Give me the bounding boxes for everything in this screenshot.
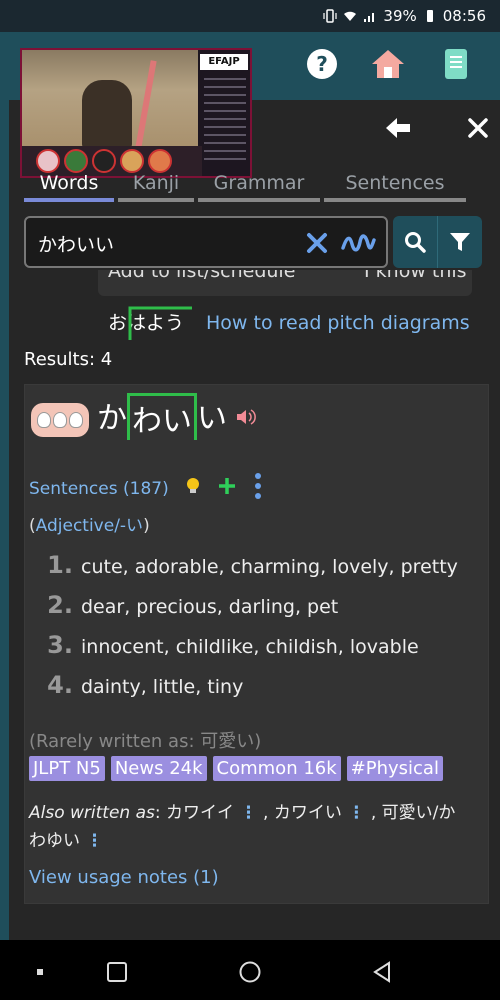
help-icon[interactable]: ? [302, 44, 342, 84]
svg-text:?: ? [316, 52, 328, 76]
pos-open-paren: ( [29, 516, 36, 536]
video-chat: EFAJP [198, 50, 250, 176]
pitch-example-kana: おはよう [108, 312, 184, 334]
tab-kanji[interactable]: Kanji [118, 172, 194, 202]
more-vertical-icon[interactable] [253, 471, 263, 506]
book-icon[interactable] [436, 44, 476, 84]
definition-text: innocent, childlike, childish, lovable [81, 636, 419, 658]
pos-close-paren: ) [143, 516, 150, 536]
add-icon[interactable] [217, 476, 237, 501]
definition-item: 3. innocent, childlike, childish, lovable [45, 631, 458, 671]
add-to-list-label[interactable]: Add to list/schedule [108, 270, 295, 282]
tab-sentences[interactable]: Sentences [324, 172, 466, 202]
tag-news[interactable]: News 24k [110, 756, 207, 781]
tag-common[interactable]: Common 16k [212, 756, 341, 781]
battery-percent: 39% [383, 7, 417, 25]
wifi-icon [344, 11, 357, 21]
vibrate-icon [323, 9, 338, 23]
system-nav-bar [0, 940, 500, 1000]
also-written-as: Also written as: カワイイ ⋮, カワイい ⋮, 可愛い/かわゆい ⋮ [29, 803, 456, 851]
part-of-speech: (Adjective/-い) [29, 511, 150, 536]
sentences-link[interactable]: Sentences (187) [29, 479, 169, 499]
definition-text: cute, adorable, charming, lovely, pretty [81, 556, 458, 578]
recents-dot-icon[interactable] [28, 960, 52, 984]
signal-icon [364, 13, 375, 22]
definition-text: dainty, little, tiny [81, 676, 244, 698]
video-character [82, 80, 132, 150]
alt-form: カワイイ [166, 803, 235, 823]
left-accent-strip [0, 100, 9, 940]
definition-item: 2. dear, precious, darling, pet [45, 591, 458, 631]
tab-words[interactable]: Words [24, 172, 114, 202]
word-char-high-pitch: わい [127, 393, 197, 440]
battery-icon [426, 10, 433, 22]
lightbulb-icon[interactable] [185, 476, 201, 501]
back-arrow-icon[interactable] [382, 112, 414, 144]
home-button-icon[interactable] [238, 960, 262, 984]
clear-icon[interactable] [304, 230, 330, 256]
definitions-list: 1. cute, adorable, charming, lovely, pret… [45, 551, 458, 711]
search-tabs: Words Kanji Grammar Sentences [24, 172, 466, 202]
list-actions-row: Add to list/schedule I know this [98, 270, 472, 296]
definition-number: 1. [47, 551, 73, 579]
tag-jlpt[interactable]: JLPT N5 [29, 756, 105, 781]
home-icon[interactable] [368, 44, 408, 84]
word-char: い [197, 401, 227, 436]
tab-grammar[interactable]: Grammar [198, 172, 320, 202]
overview-icon[interactable] [105, 960, 129, 984]
picture-in-picture-video[interactable]: EFAJP [20, 48, 252, 178]
handwriting-icon[interactable] [340, 230, 376, 256]
also-written-label: Also written as [29, 803, 155, 823]
pos-link[interactable]: Adjective/-い [36, 516, 143, 536]
word-entry-card: か わい い Sentences (187) (Adjective/-い) 1.… [24, 384, 489, 904]
definition-number: 4. [47, 671, 73, 699]
results-count: Results: 4 [24, 349, 113, 370]
word-char: か [97, 401, 127, 436]
usage-notes-link[interactable]: View usage notes (1) [29, 867, 219, 888]
definition-item: 1. cute, adorable, charming, lovely, pret… [45, 551, 458, 591]
more-vertical-icon[interactable]: ⋮ [240, 803, 257, 823]
more-vertical-icon[interactable]: ⋮ [86, 831, 103, 851]
search-input[interactable] [38, 230, 288, 256]
sentences-row: Sentences (187) [29, 471, 263, 506]
search-icon[interactable] [393, 216, 437, 268]
filter-icon[interactable] [437, 216, 482, 268]
rarely-written-as: (Rarely written as: 可愛い) [29, 731, 262, 752]
pitch-example: おはよう [108, 306, 192, 340]
tag-physical[interactable]: #Physical [346, 756, 443, 781]
definition-number: 2. [47, 591, 73, 619]
pitch-diagram-link[interactable]: How to read pitch diagrams [206, 312, 470, 334]
definition-number: 3. [47, 631, 73, 659]
alt-form: カワイい [273, 803, 342, 823]
search-actions [393, 216, 482, 268]
tag-list: JLPT N5 News 24k Common 16k #Physical [29, 756, 443, 781]
definition-item: 4. dainty, little, tiny [45, 671, 458, 711]
search-box [24, 216, 388, 268]
stream-logo: EFAJP [200, 54, 248, 70]
pitch-help-row: おはよう How to read pitch diagrams [108, 306, 470, 340]
back-nav-icon[interactable] [370, 960, 394, 984]
common-word-icon [31, 403, 89, 437]
clock: 08:56 [442, 7, 486, 25]
close-icon[interactable] [462, 112, 494, 144]
status-bar: 39% 08:56 [0, 0, 500, 32]
more-vertical-icon[interactable]: ⋮ [348, 803, 365, 823]
definition-text: dear, precious, darling, pet [81, 596, 339, 618]
word-heading: か わい い [97, 393, 227, 440]
speaker-icon[interactable] [235, 407, 257, 427]
know-this-label[interactable]: I know this [364, 270, 467, 282]
